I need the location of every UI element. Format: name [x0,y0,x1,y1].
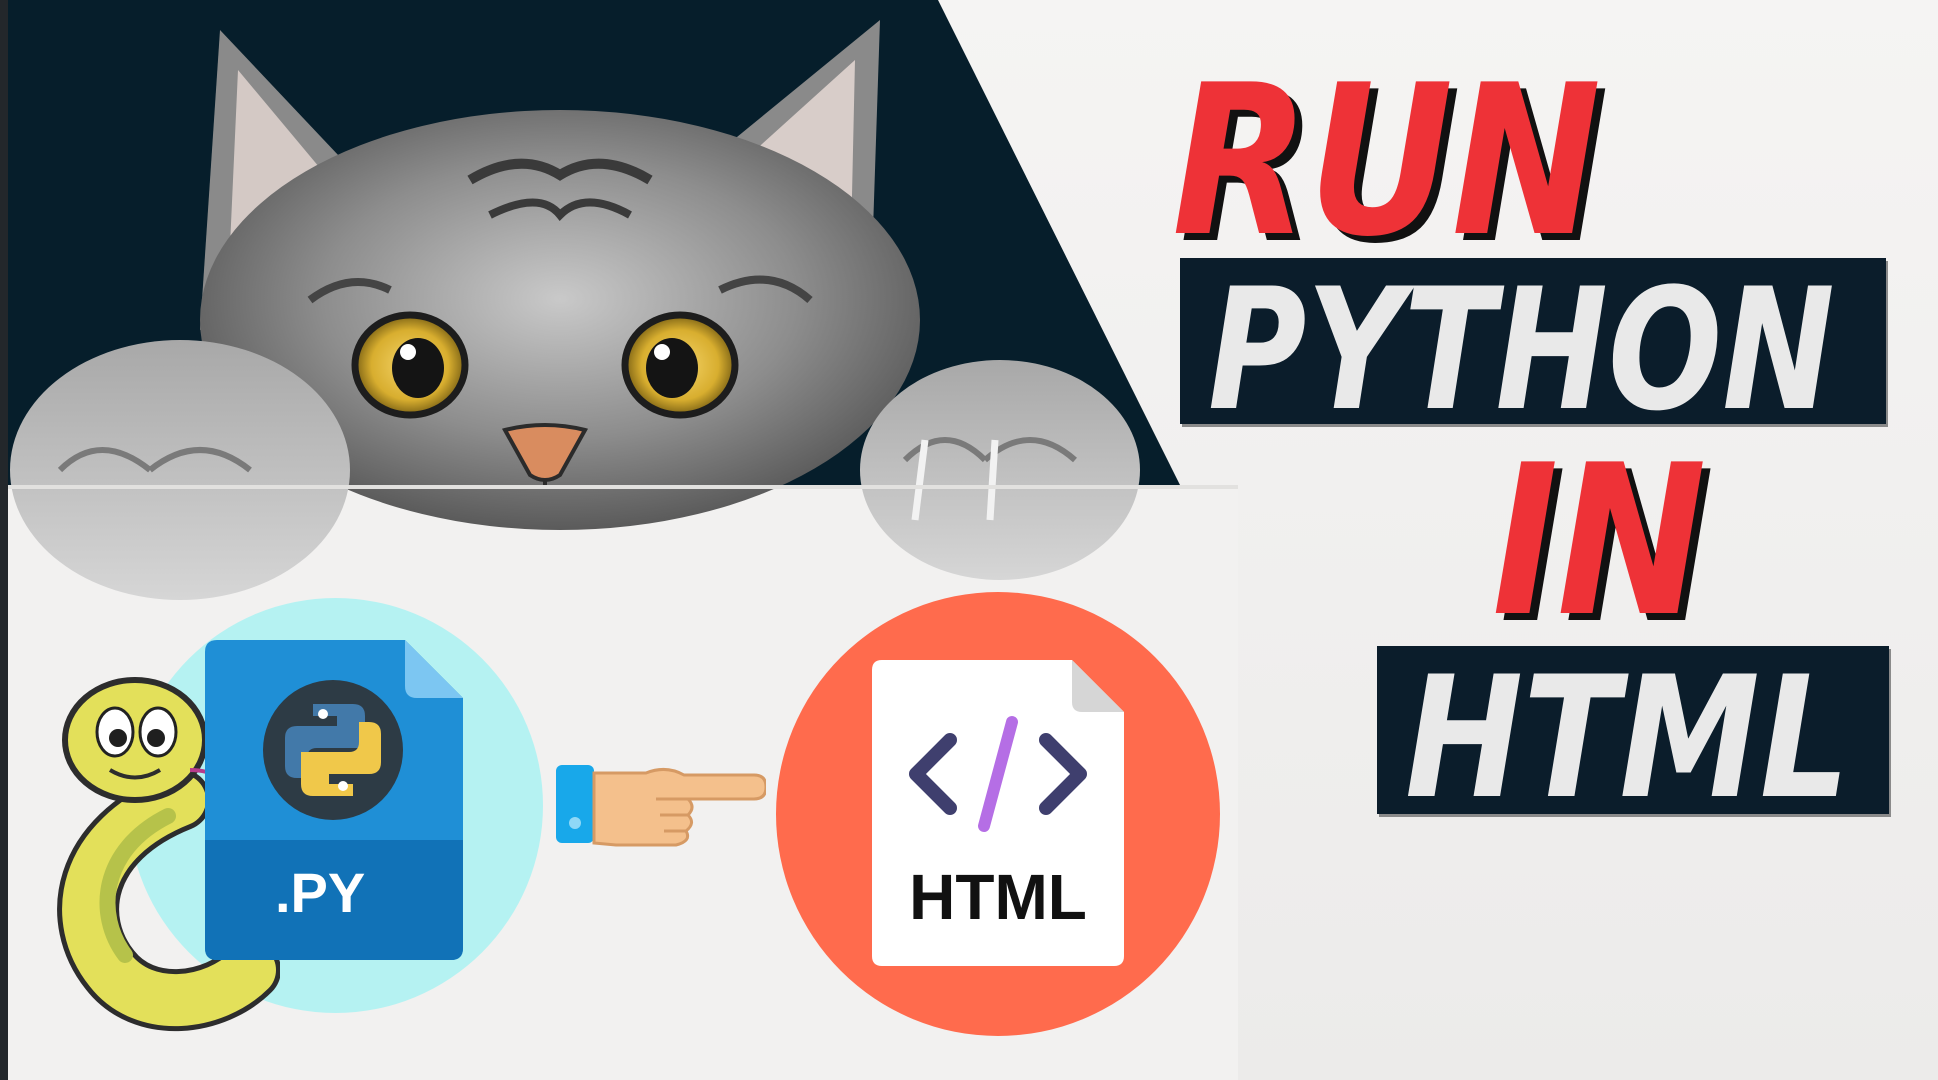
html-headline-box: HTML [1377,646,1889,822]
html-file-label: HTML [909,861,1087,933]
python-file-extension: .PY [275,861,366,924]
cat-peeking-icon [8,20,1238,600]
headline-in: IN [1492,421,1707,663]
headline-run: RUN [1172,41,1601,283]
python-headline-box: PYTHON [1180,258,1886,434]
thumbnail-canvas: .PY HTML RUN PYTHON IN HTML [0,0,1938,1080]
headline-python: PYTHON [1208,252,1835,448]
headline-html: HTML [1405,640,1850,836]
pointing-hand-icon [556,765,766,847]
